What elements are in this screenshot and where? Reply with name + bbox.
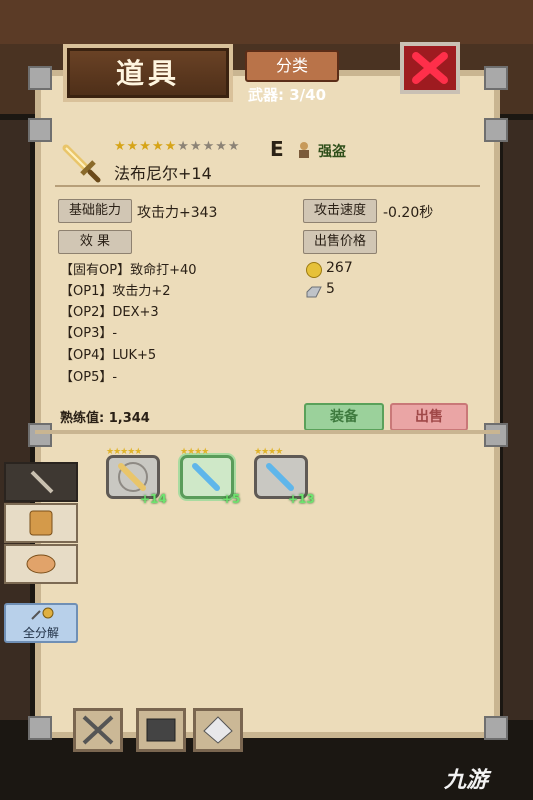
base-ability-label: 基础能力 <box>58 199 132 223</box>
option-line: 【OP4】LUK+5 <box>60 348 157 363</box>
weapon-count: 武器: 3/40 <box>248 86 327 104</box>
gem-price: 5 <box>326 281 335 297</box>
equip-button[interactable]: 装备 <box>304 403 384 431</box>
option-line: 【OP1】攻击力+2 <box>60 284 171 299</box>
gem-button[interactable] <box>193 708 243 752</box>
tab-armor[interactable] <box>4 503 78 543</box>
slot-level: +13 <box>288 492 315 506</box>
slot-stars: ★★★★ <box>254 447 283 457</box>
frame-corner <box>484 716 508 740</box>
item-rank: E <box>270 137 284 161</box>
tab-accessory[interactable] <box>4 544 78 584</box>
attack-speed-value: -0.20秒 <box>383 205 434 221</box>
close-button[interactable] <box>400 42 460 94</box>
frame-corner <box>28 118 52 142</box>
frame-corner <box>28 66 52 90</box>
gold-coin-icon <box>306 262 322 278</box>
helmet-icon <box>26 554 56 574</box>
option-line: 【OP3】- <box>60 326 118 341</box>
sword-icon <box>30 470 54 494</box>
frame-corner <box>484 423 508 447</box>
slot-level: +14 <box>140 492 167 506</box>
item-stars: ★★★★★★★★★★ <box>114 139 241 154</box>
gem-icon <box>306 283 322 302</box>
slot-stars: ★★★★★ <box>106 447 142 457</box>
golden-sword-icon <box>118 462 148 492</box>
sell-button[interactable]: 出售 <box>390 403 468 431</box>
ice-sword-icon <box>192 463 220 491</box>
frame-corner <box>484 118 508 142</box>
frame-corner <box>28 423 52 447</box>
crystal-icon <box>203 716 233 744</box>
top-wood-strip <box>0 0 533 44</box>
storage-button[interactable] <box>136 708 186 752</box>
ice-sword-icon <box>266 463 294 491</box>
item-name: 法布尼尔+14 <box>114 164 212 183</box>
slot-stars: ★★★★ <box>180 447 209 457</box>
gear-icon <box>31 607 54 620</box>
slot-level: +5 <box>222 492 241 506</box>
sell-price-label: 出售价格 <box>303 230 377 254</box>
option-line: 【固有OP】致命打+40 <box>60 263 197 278</box>
inventory-divider <box>35 430 500 434</box>
effect-label: 效 果 <box>58 230 132 254</box>
base-ability-value: 攻击力+343 <box>137 205 218 221</box>
watermark: 九游 <box>444 768 489 793</box>
category-button[interactable]: 分类 <box>245 50 339 82</box>
weapon-filter-button[interactable] <box>73 708 123 752</box>
golden-sword-icon <box>60 142 104 190</box>
option-line: 【OP2】DEX+3 <box>60 305 159 320</box>
crossed-swords-icon <box>82 715 114 745</box>
thief-icon <box>297 141 311 163</box>
chest-icon <box>146 718 176 742</box>
option-line: 【OP5】- <box>60 370 118 385</box>
frame-corner <box>484 66 508 90</box>
frame-corner <box>28 716 52 740</box>
divider <box>55 185 480 187</box>
mastery-value: 熟练值: 1,344 <box>60 411 150 426</box>
attack-speed-label: 攻击速度 <box>303 199 377 223</box>
page-title: 道具 <box>115 57 180 90</box>
tab-weapon[interactable] <box>4 462 78 502</box>
armor-icon <box>29 510 53 536</box>
gold-price: 267 <box>326 260 353 276</box>
item-job: 强盗 <box>318 144 346 160</box>
close-icon <box>412 52 448 84</box>
right-wall <box>503 120 533 720</box>
disassemble-all-label: 全分解 <box>22 626 59 640</box>
